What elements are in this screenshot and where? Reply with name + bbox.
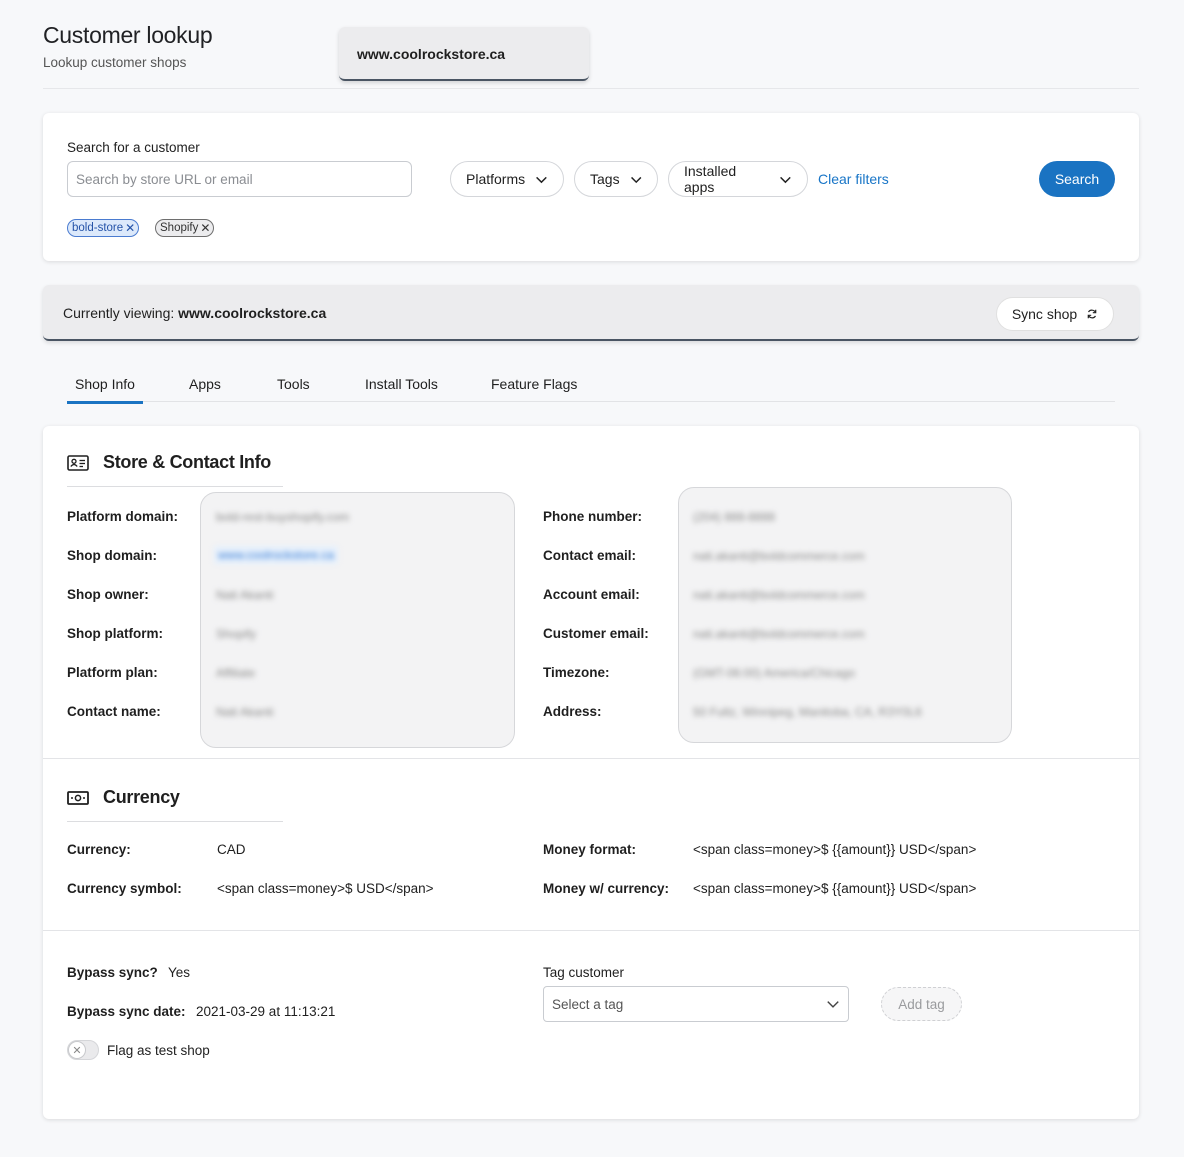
tags-dropdown[interactable]: Tags	[574, 161, 658, 197]
shop-domain-label: Shop domain:	[67, 548, 157, 563]
shop-domain-link[interactable]: www.coolrockstore.ca	[214, 546, 339, 564]
account-email-value: nati.akanti@boldcommerce.com	[693, 588, 865, 602]
currently-viewing-text: Currently viewing: www.coolrockstore.ca	[63, 305, 326, 321]
page-subtitle: Lookup customer shops	[43, 55, 187, 70]
tag-customer-label: Tag customer	[543, 965, 625, 980]
current-shop-chip[interactable]: www.coolrockstore.ca	[339, 27, 589, 81]
search-card: Search for a customer Platforms Tags Ins…	[43, 113, 1139, 261]
chevron-down-icon	[630, 176, 641, 183]
contact-name-label: Contact name:	[67, 704, 161, 719]
platform-domain-label: Platform domain:	[67, 509, 179, 524]
tag-select-placeholder: Select a tag	[552, 996, 624, 1012]
currency-label: Currency:	[67, 842, 131, 857]
test-shop-toggle[interactable]: ✕	[67, 1040, 99, 1060]
shop-info-card: Store & Contact Info Platform domain: Sh…	[43, 426, 1139, 1119]
clear-filters-link[interactable]: Clear filters	[818, 171, 889, 187]
platform-plan-value: Affiliate	[216, 666, 256, 680]
platforms-dropdown-label: Platforms	[466, 171, 526, 187]
money-with-currency-value: <span class=money>$ {{amount}} USD</span…	[693, 881, 977, 896]
customer-email-value: nati.akanti@boldcommerce.com	[693, 627, 865, 641]
timezone-label: Timezone:	[543, 665, 610, 680]
address-label: Address:	[543, 704, 602, 719]
installed-apps-dropdown[interactable]: Installed apps	[668, 161, 808, 197]
bypass-sync-value: Yes	[168, 965, 191, 980]
tab-bar: Shop Info Apps Tools Install Tools Featu…	[67, 370, 1115, 404]
money-format-value: <span class=money>$ {{amount}} USD</span…	[693, 842, 977, 857]
currently-viewing-bar: Currently viewing: www.coolrockstore.ca …	[43, 285, 1139, 341]
contact-email-label: Contact email:	[543, 548, 637, 563]
platforms-dropdown[interactable]: Platforms	[450, 161, 564, 197]
test-shop-label: Flag as test shop	[107, 1043, 210, 1058]
sync-shop-label: Sync shop	[1011, 306, 1078, 322]
bypass-sync-label: Bypass sync?	[67, 965, 158, 980]
bypass-sync-date-value: 2021-03-29 at 11:13:21	[196, 1004, 336, 1019]
section-divider	[43, 930, 1139, 931]
tab-shop-info[interactable]: Shop Info	[67, 376, 143, 404]
customer-email-label: Customer email:	[543, 626, 649, 641]
bypass-sync-date-label: Bypass sync date:	[67, 1004, 186, 1019]
store-contact-title: Store & Contact Info	[103, 452, 271, 472]
money-icon	[67, 790, 89, 805]
tab-install-tools[interactable]: Install Tools	[365, 376, 438, 403]
tab-apps[interactable]: Apps	[189, 376, 221, 403]
tab-tools[interactable]: Tools	[277, 376, 310, 403]
refresh-icon	[1087, 309, 1097, 319]
platform-plan-label: Platform plan:	[67, 665, 158, 680]
currency-value: CAD	[217, 842, 246, 857]
chevron-down-icon	[827, 1001, 839, 1008]
search-input[interactable]	[67, 161, 412, 197]
shop-owner-value: Nati Akanti	[216, 588, 274, 602]
currently-viewing-shop: www.coolrockstore.ca	[178, 305, 327, 321]
address-value: 50 Fultz, Winnipeg, Manitoba, CA, R3Y0L6	[693, 705, 922, 719]
section-underline	[67, 821, 283, 822]
active-tag-chip: Shopify ✕	[155, 219, 215, 237]
chevron-down-icon	[536, 176, 547, 183]
active-tag-label: bold-store	[72, 222, 124, 234]
currency-title: Currency	[103, 787, 180, 807]
contact-email-value: nati.akanti@boldcommerce.com	[693, 549, 865, 563]
shop-platform-label: Shop platform:	[67, 626, 163, 641]
tags-dropdown-label: Tags	[590, 171, 620, 187]
toggle-off-icon: ✕	[68, 1041, 86, 1059]
installed-apps-dropdown-label: Installed apps	[684, 163, 737, 195]
shop-platform-value: Shopify	[216, 627, 257, 641]
currency-heading: Currency	[67, 787, 180, 808]
money-with-currency-label: Money w/ currency:	[543, 881, 670, 896]
id-card-icon	[67, 454, 89, 471]
remove-tag-icon[interactable]: ✕	[200, 222, 210, 234]
search-button[interactable]: Search	[1039, 161, 1115, 197]
tag-select[interactable]: Select a tag	[543, 986, 849, 1022]
tab-feature-flags[interactable]: Feature Flags	[491, 376, 577, 403]
shop-owner-label: Shop owner:	[67, 587, 149, 602]
remove-tag-icon[interactable]: ✕	[125, 222, 135, 234]
page-header: Customer lookup Lookup customer shops ww…	[43, 22, 1139, 89]
currently-viewing-prefix: Currently viewing:	[63, 305, 175, 321]
section-divider	[43, 758, 1139, 759]
phone-number-label: Phone number:	[543, 509, 643, 524]
currency-symbol-value: <span class=money>$ USD</span>	[217, 881, 434, 896]
currency-symbol-label: Currency symbol:	[67, 881, 182, 896]
store-contact-heading: Store & Contact Info	[67, 452, 271, 473]
add-tag-button[interactable]: Add tag	[881, 987, 962, 1021]
account-email-label: Account email:	[543, 587, 640, 602]
money-format-label: Money format:	[543, 842, 637, 857]
contact-name-value: Nati Akanti	[216, 705, 274, 719]
active-tag-chip: bold-store ✕	[67, 219, 140, 237]
phone-number-value: (204) 888-8888	[693, 510, 776, 524]
search-label: Search for a customer	[67, 140, 200, 155]
platform-domain-value: bold-rest-buyshopify.com	[216, 510, 350, 524]
active-tag-label: Shopify	[160, 222, 199, 234]
page-title: Customer lookup	[43, 22, 213, 48]
chevron-down-icon	[780, 176, 791, 183]
section-underline	[67, 486, 283, 487]
sync-shop-button[interactable]: Sync shop	[996, 297, 1114, 331]
timezone-value: (GMT-06:00) America/Chicago	[693, 666, 856, 680]
